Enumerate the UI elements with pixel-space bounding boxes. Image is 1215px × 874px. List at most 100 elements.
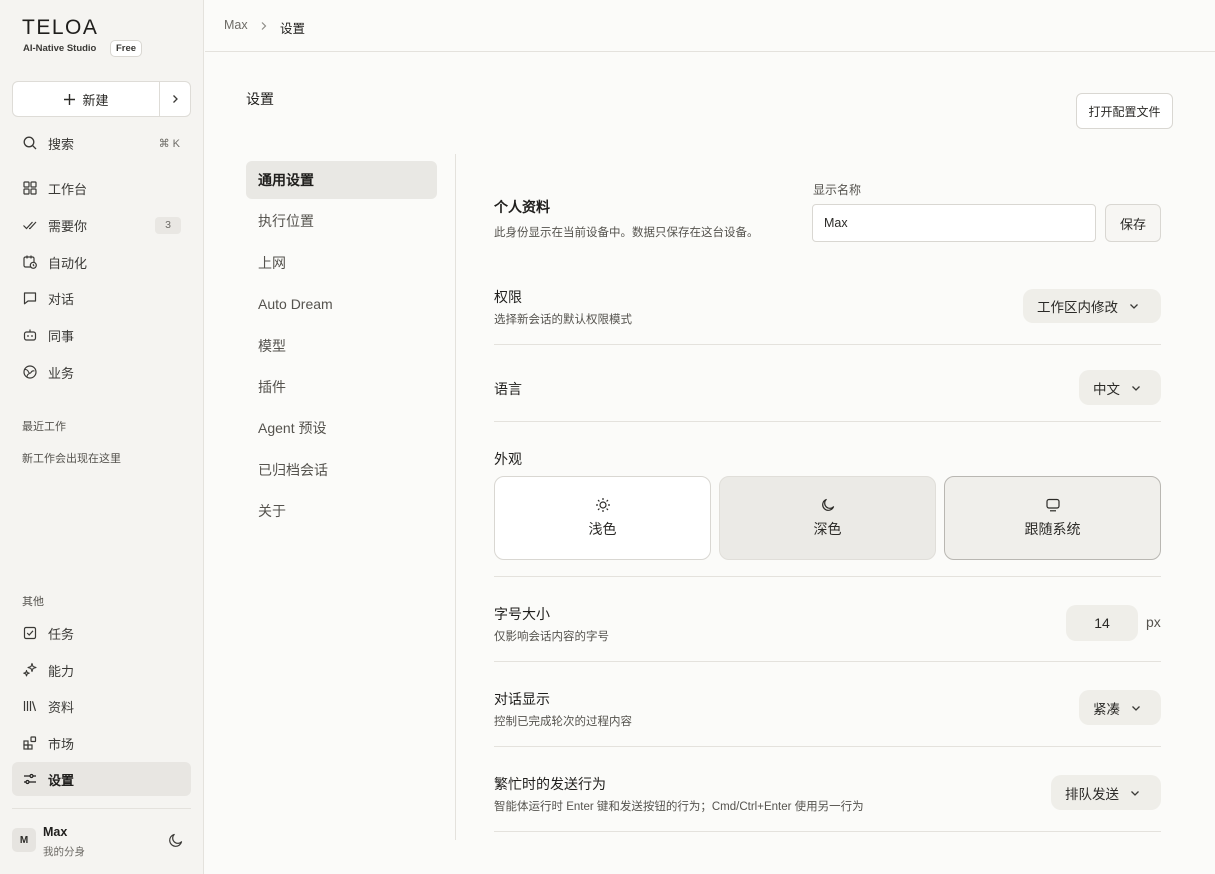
language-title: 语言 — [494, 381, 522, 397]
chevron-right-icon — [173, 95, 178, 103]
breadcrumb-parent[interactable]: Max — [224, 18, 248, 32]
breadcrumb-current: 设置 — [280, 22, 306, 36]
settings-tab-archived[interactable]: 已归档会话 — [246, 451, 437, 489]
busy-send-description: 智能体运行时 Enter 键和发送按钮的行为；Cmd/Ctrl+Enter 使用… — [494, 801, 864, 813]
sidebar-item-label: 同事 — [48, 328, 75, 344]
sidebar-item-label: 自动化 — [48, 255, 88, 271]
checkbox-icon — [23, 626, 37, 640]
theme-option-system[interactable]: 跟随系统 — [944, 476, 1161, 560]
sidebar-item-tasks[interactable]: 任务 — [12, 616, 191, 650]
settings-tab-model[interactable]: 模型 — [246, 327, 437, 365]
busy-send-title: 繁忙时的发送行为 — [494, 776, 606, 792]
sidebar-item-business[interactable]: 业务 — [12, 355, 191, 389]
new-options-button[interactable] — [159, 82, 190, 116]
brand-subtitle: AI-Native Studio — [23, 43, 97, 54]
permissions-title: 权限 — [494, 289, 522, 305]
sidebar-item-market[interactable]: 市场 — [12, 726, 191, 760]
chevron-down-icon — [1132, 705, 1140, 711]
sidebar: TELOA AI-Native Studio Free 新建 搜索 ⌘ K 工作… — [0, 0, 204, 874]
divider — [494, 576, 1161, 577]
settings-tab-agent-presets[interactable]: Agent 预设 — [246, 409, 437, 447]
theme-option-label: 浅色 — [588, 521, 617, 537]
recent-empty-hint: 新工作会出现在这里 — [22, 453, 121, 465]
search-label: 搜索 — [48, 136, 75, 152]
recent-section-label: 最近工作 — [22, 421, 66, 433]
font-size-title: 字号大小 — [494, 606, 550, 622]
sidebar-item-label: 需要你 — [48, 218, 88, 234]
divider — [12, 808, 191, 809]
settings-tab-execution[interactable]: 执行位置 — [246, 202, 437, 240]
user-name: Max — [43, 825, 68, 839]
chat-bubble-icon — [23, 292, 37, 305]
appearance-title: 外观 — [494, 451, 522, 467]
divider — [455, 154, 456, 840]
plan-badge: Free — [110, 40, 143, 57]
sidebar-item-settings[interactable]: 设置 — [12, 762, 191, 796]
sidebar-item-workbench[interactable]: 工作台 — [12, 171, 191, 205]
sun-icon — [595, 498, 610, 512]
font-size-input[interactable]: 14 — [1066, 605, 1138, 641]
brand-logo: TELOA — [22, 16, 99, 39]
chat-display-title: 对话显示 — [494, 691, 550, 707]
chat-display-dropdown[interactable]: 紧凑 — [1079, 690, 1161, 725]
moon-icon — [821, 498, 834, 511]
sliders-icon — [24, 773, 36, 785]
open-config-button[interactable]: 打开配置文件 — [1076, 93, 1173, 129]
sidebar-item-label: 能力 — [48, 663, 75, 679]
new-button[interactable]: 新建 — [13, 82, 159, 116]
globe-icon — [23, 365, 37, 379]
grid-icon — [23, 181, 37, 195]
robot-icon — [23, 329, 37, 341]
font-size-description: 仅影响会话内容的字号 — [494, 631, 609, 643]
sidebar-item-needs-you[interactable]: 需要你 3 — [12, 208, 191, 242]
sidebar-item-label: 对话 — [48, 291, 75, 307]
chat-display-description: 控制已完成轮次的过程内容 — [494, 716, 632, 728]
divider — [494, 831, 1161, 832]
sidebar-item-chat[interactable]: 对话 — [12, 281, 191, 315]
moon-icon — [169, 833, 183, 847]
sidebar-item-abilities[interactable]: 能力 — [12, 653, 191, 687]
chevron-right-icon — [261, 22, 267, 30]
sidebar-item-label: 业务 — [48, 365, 75, 381]
calendar-clock-icon — [23, 255, 37, 269]
new-button-label: 新建 — [82, 92, 109, 108]
sidebar-item-label: 市场 — [48, 736, 75, 752]
plus-icon — [64, 93, 76, 105]
save-button[interactable]: 保存 — [1105, 204, 1161, 242]
sidebar-item-automation[interactable]: 自动化 — [12, 245, 191, 279]
search-button[interactable]: 搜索 ⌘ K — [12, 126, 191, 160]
settings-tab-general[interactable]: 通用设置 — [246, 161, 437, 199]
new-button-group: 新建 — [12, 81, 191, 117]
settings-tab-auto-dream[interactable]: Auto Dream — [246, 285, 437, 323]
display-name-input[interactable] — [812, 204, 1096, 242]
sidebar-item-label: 工作台 — [48, 181, 88, 197]
top-bar: Max 设置 — [205, 0, 1215, 52]
other-section-label: 其他 — [22, 596, 44, 608]
avatar[interactable]: M — [12, 828, 36, 852]
chat-display-value: 紧凑 — [1093, 701, 1120, 717]
monitor-icon — [1045, 498, 1060, 512]
theme-option-label: 深色 — [813, 521, 842, 537]
sidebar-item-label: 设置 — [48, 772, 75, 788]
language-dropdown[interactable]: 中文 — [1079, 370, 1161, 405]
count-badge: 3 — [155, 216, 181, 234]
sidebar-item-colleagues[interactable]: 同事 — [12, 318, 191, 352]
theme-option-light[interactable]: 浅色 — [494, 476, 711, 560]
display-name-label: 显示名称 — [813, 183, 862, 197]
settings-tab-internet[interactable]: 上网 — [246, 244, 437, 282]
divider — [494, 344, 1161, 345]
theme-toggle-button[interactable] — [167, 831, 185, 849]
page-title: 设置 — [246, 91, 274, 107]
permissions-dropdown[interactable]: 工作区内修改 — [1023, 289, 1161, 323]
user-subtitle: 我的分身 — [43, 846, 85, 858]
chevron-down-icon — [1131, 790, 1139, 796]
theme-option-dark[interactable]: 深色 — [719, 476, 936, 560]
sidebar-item-label: 资料 — [48, 699, 75, 715]
settings-tab-plugins[interactable]: 插件 — [246, 368, 437, 406]
settings-tab-about[interactable]: 关于 — [246, 492, 437, 530]
divider — [494, 746, 1161, 747]
sidebar-item-library[interactable]: 资料 — [12, 689, 191, 723]
divider — [494, 421, 1161, 422]
chevron-down-icon — [1130, 304, 1138, 309]
busy-send-dropdown[interactable]: 排队发送 — [1051, 775, 1161, 810]
